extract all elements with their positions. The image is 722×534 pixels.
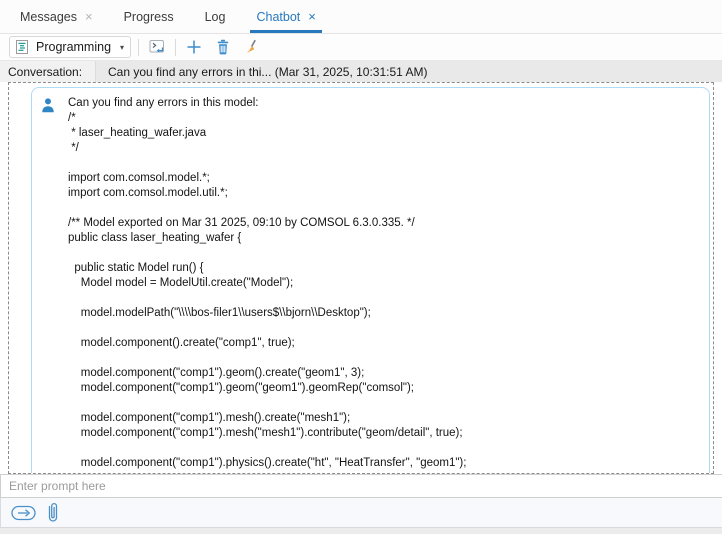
plus-icon <box>186 39 202 55</box>
toolbar-separator <box>175 39 176 56</box>
prompt-actions <box>0 498 722 527</box>
conversation-label: Conversation: <box>0 61 95 82</box>
chat-area: Can you find any errors in this model: /… <box>0 82 722 474</box>
tab-messages[interactable]: Messages × <box>18 0 95 33</box>
tab-label: Log <box>205 10 226 24</box>
trash-icon <box>215 39 231 55</box>
tab-bar: Messages × Progress Log Chatbot × <box>0 0 722 34</box>
prompt-input[interactable] <box>0 474 722 498</box>
prompt-row <box>0 474 722 498</box>
send-button[interactable] <box>11 504 37 522</box>
bottom-strip <box>0 527 722 534</box>
send-arrow-icon <box>11 504 37 522</box>
tab-label: Messages <box>20 10 77 24</box>
tab-chatbot[interactable]: Chatbot × <box>254 0 317 33</box>
conversation-panel[interactable]: Can you find any errors in this model: /… <box>8 82 714 474</box>
user-message-text: Can you find any errors in this model: /… <box>68 96 699 471</box>
paperclip-icon <box>46 501 60 525</box>
insert-into-editor-button[interactable] <box>146 36 168 58</box>
broom-icon <box>244 39 260 55</box>
attach-button[interactable] <box>46 501 60 525</box>
mode-label: Programming <box>36 40 111 54</box>
close-icon[interactable]: × <box>308 10 316 23</box>
chevron-down-icon: ▾ <box>120 43 124 52</box>
clear-conversation-button[interactable] <box>241 36 263 58</box>
tab-label: Progress <box>124 10 174 24</box>
chatbot-toolbar: Programming ▾ <box>0 34 722 60</box>
toolbar-separator <box>138 39 139 56</box>
conversation-select[interactable]: Can you find any errors in thi... (Mar 3… <box>95 61 722 82</box>
programming-mode-icon <box>14 39 30 55</box>
new-conversation-button[interactable] <box>183 36 205 58</box>
user-message-bubble: Can you find any errors in this model: /… <box>31 87 710 474</box>
delete-conversation-button[interactable] <box>212 36 234 58</box>
conversation-bar: Conversation: Can you find any errors in… <box>0 60 722 82</box>
console-insert-icon <box>148 38 166 56</box>
tab-label: Chatbot <box>256 10 300 24</box>
tab-progress[interactable]: Progress <box>122 0 176 33</box>
tab-log[interactable]: Log <box>203 0 228 33</box>
mode-selector[interactable]: Programming ▾ <box>9 36 131 58</box>
conversation-selected-value: Can you find any errors in thi... (Mar 3… <box>108 65 428 79</box>
close-icon[interactable]: × <box>85 10 93 23</box>
user-avatar-icon <box>40 97 56 113</box>
